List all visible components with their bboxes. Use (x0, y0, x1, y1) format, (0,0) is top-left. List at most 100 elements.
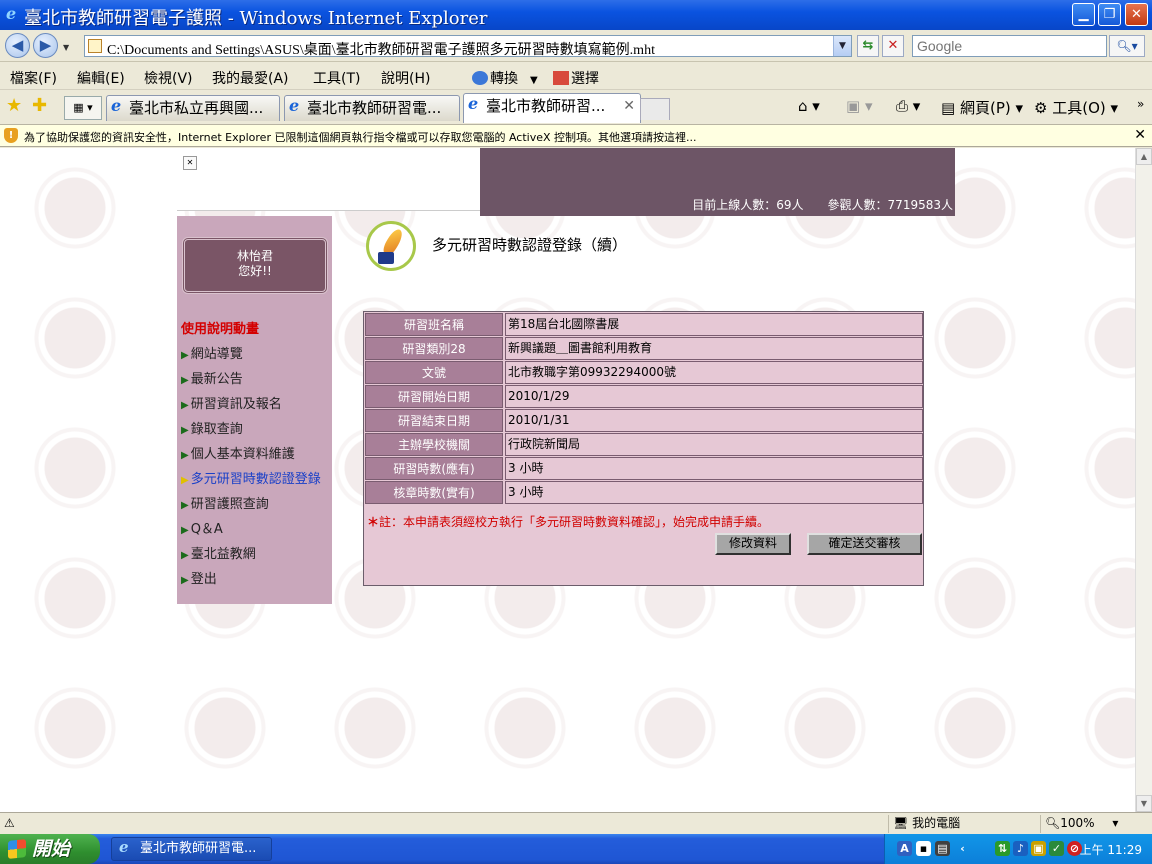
tab-1[interactable]: e 臺北市私立再興國... (106, 95, 280, 121)
arrow-icon: ▶ (181, 375, 189, 386)
print-button[interactable]: ⎙ ▾ (896, 97, 920, 115)
sidebar-item-site-guide[interactable]: ▶ 網站導覽 (181, 343, 243, 362)
sidebar-item-hours-registration[interactable]: ▶ 多元研習時數認證登錄 (181, 468, 321, 487)
menu-favorites[interactable]: 我的最愛(A) (212, 68, 289, 88)
maximize-button[interactable]: ❐ (1098, 3, 1121, 26)
information-bar[interactable]: ! 為了協助保護您的資訊安全性，Internet Explorer 已限制這個網… (0, 125, 1152, 147)
search-button[interactable]: 🔍︎▾ (1109, 35, 1145, 57)
menu-help[interactable]: 說明(H) (381, 68, 430, 88)
ie-page-icon: e (289, 96, 300, 115)
favorites-star-icon[interactable]: ★ (6, 95, 22, 116)
scroll-up-icon[interactable]: ▲ (1136, 148, 1152, 165)
tab-label: 臺北市教師研習電... (307, 99, 442, 117)
window-icon[interactable]: ▪ (916, 841, 931, 856)
forward-arrow-icon: ▶ (39, 36, 52, 54)
sidebar-item-label: Q＆A (190, 522, 223, 537)
gear-icon: ⚙ (1034, 99, 1048, 117)
windows-taskbar: 開始 e 臺北市教師研習電... A ▪ ▤ ‹ ⇅ ♪ ▣ ✓ ⊘ 上午 11… (0, 834, 1152, 864)
sidebar-item-passport-query[interactable]: ▶ 研習護照查詢 (181, 493, 269, 512)
arrow-icon: ▶ (181, 425, 189, 436)
home-button[interactable]: ⌂ ▾ (798, 97, 820, 115)
close-tab-icon[interactable]: ✕ (623, 94, 635, 118)
close-button[interactable]: ✕ (1125, 3, 1148, 26)
sidebar-item-profile[interactable]: ▶ 個人基本資料維護 (181, 443, 295, 462)
system-tray: A ▪ ▤ ‹ ⇅ ♪ ▣ ✓ ⊘ 上午 11:29 (884, 834, 1152, 864)
quick-tabs-button[interactable]: ▦ ▾ (64, 96, 102, 120)
lock-icon[interactable]: ▣ (1031, 841, 1046, 856)
address-dropdown-icon[interactable]: ▼ (833, 36, 851, 56)
sidebar-item-edu-net[interactable]: ▶ 臺北益教網 (181, 543, 256, 562)
field-label: 核章時數(實有) (365, 481, 503, 504)
zoom-dropdown-icon[interactable]: ▾ (1112, 816, 1118, 830)
vertical-scrollbar[interactable]: ▲ ▼ (1135, 148, 1152, 812)
network-icon[interactable]: ⇅ (995, 841, 1010, 856)
scroll-down-icon[interactable]: ▼ (1136, 795, 1152, 812)
menu-tools[interactable]: 工具(T) (313, 68, 360, 88)
history-dropdown-icon[interactable]: ▼ (63, 43, 69, 52)
home-icon: ⌂ (798, 97, 808, 115)
taskbar-window-item[interactable]: e 臺北市教師研習電... (111, 837, 272, 861)
tabs-bar: ★ ✚ ▦ ▾ e 臺北市私立再興國... e 臺北市教師研習電... e 臺北… (0, 90, 1152, 125)
select-icon (553, 71, 569, 85)
field-label: 主辦學校機關 (365, 433, 503, 456)
convert-label: 轉換 (490, 71, 518, 87)
menu-file[interactable]: 檔案(F) (10, 68, 57, 88)
menu-edit[interactable]: 編輯(E) (77, 68, 125, 88)
quick-tabs-icon: ▦ ▾ (73, 101, 93, 114)
audio-icon[interactable]: ♪ (1013, 841, 1028, 856)
chevron-more-icon[interactable]: » (1137, 97, 1144, 111)
arrow-icon: ▶ (181, 500, 189, 511)
sidebar-item-qa[interactable]: ▶ Q＆A (181, 518, 223, 537)
tools-menu-button[interactable]: ⚙ 工具(O) ▾ (1034, 97, 1118, 118)
search-box[interactable] (912, 35, 1107, 57)
arrow-icon: ▶ (181, 550, 189, 561)
new-tab-button[interactable] (640, 98, 670, 120)
convert-dropdown-icon[interactable]: ▼ (530, 75, 538, 86)
sidebar-item-admission[interactable]: ▶ 錄取查詢 (181, 418, 243, 437)
stop-button[interactable]: ✕ (882, 35, 904, 57)
sidebar-item-label: 研習資訊及報名 (190, 397, 282, 412)
zoom-level[interactable]: 100% (1060, 816, 1094, 830)
sidebar-help-animation-link[interactable]: 使用說明動畫 (181, 318, 259, 337)
clock: 上午 11:29 (1079, 843, 1142, 857)
user-greeting-box: 林怡君 您好!! (182, 237, 328, 294)
page-menu-label: 網頁(P) (959, 99, 1011, 117)
select-button[interactable]: 選擇 (553, 68, 599, 88)
tab-3-active[interactable]: e 臺北市教師研習... ✕ (463, 93, 641, 123)
start-button[interactable]: 開始 (0, 834, 100, 864)
menu-view[interactable]: 檢視(V) (144, 68, 193, 88)
convert-button[interactable]: 轉換 ▼ (472, 68, 538, 88)
visitor-stats: 目前上線人數：69人 參觀人數：7719583人 (692, 198, 953, 212)
edit-data-button[interactable]: 修改資料 (715, 533, 791, 555)
page-menu-button[interactable]: ▤ 網頁(P) ▾ (941, 97, 1023, 118)
greeting-text: 您好!! (238, 264, 272, 278)
zoom-control[interactable]: 🔍︎100% ▾ (1040, 815, 1152, 833)
minimize-button[interactable]: ▁ (1072, 3, 1095, 26)
back-button[interactable]: ◀ (5, 33, 30, 58)
forward-button[interactable]: ▶ (33, 33, 58, 58)
information-bar-message[interactable]: 為了協助保護您的資訊安全性，Internet Explorer 已限制這個網頁執… (24, 129, 697, 145)
address-url[interactable]: C:\Documents and Settings\ASUS\桌面\臺北市教師研… (107, 39, 655, 59)
sidebar-item-label: 多元研習時數認證登錄 (190, 472, 321, 487)
site-banner-left: ✕ (177, 148, 480, 211)
sidebar-item-courses[interactable]: ▶ 研習資訊及報名 (181, 393, 282, 412)
select-label: 選擇 (571, 71, 599, 87)
sidebar-item-news[interactable]: ▶ 最新公告 (181, 368, 243, 387)
status-warning-icon: ⚠ (4, 816, 15, 830)
submit-review-button[interactable]: 確定送交審核 (807, 533, 922, 555)
address-field[interactable]: C:\Documents and Settings\ASUS\桌面\臺北市教師研… (84, 35, 852, 59)
field-value: 新興議題＿圖書館利用教育 (505, 337, 923, 360)
close-infobar-icon[interactable]: ✕ (1134, 127, 1146, 143)
chevron-left-icon[interactable]: ‹ (955, 841, 970, 856)
feeds-button[interactable]: ▣ ▾ (846, 97, 873, 115)
sidebar-item-logout[interactable]: ▶ 登出 (181, 568, 217, 587)
field-label: 研習班名稱 (365, 313, 503, 336)
keyboard-icon[interactable]: ▤ (935, 841, 950, 856)
refresh-button[interactable]: ⇆ (857, 35, 879, 57)
security-icon[interactable]: ✓ (1049, 841, 1064, 856)
tab-2[interactable]: e 臺北市教師研習電... (284, 95, 460, 121)
field-value: 北市教職字第09932294000號 (505, 361, 923, 384)
input-method-icon[interactable]: A (897, 841, 912, 856)
add-favorite-icon[interactable]: ✚ (32, 95, 47, 116)
search-input[interactable] (913, 36, 1103, 56)
